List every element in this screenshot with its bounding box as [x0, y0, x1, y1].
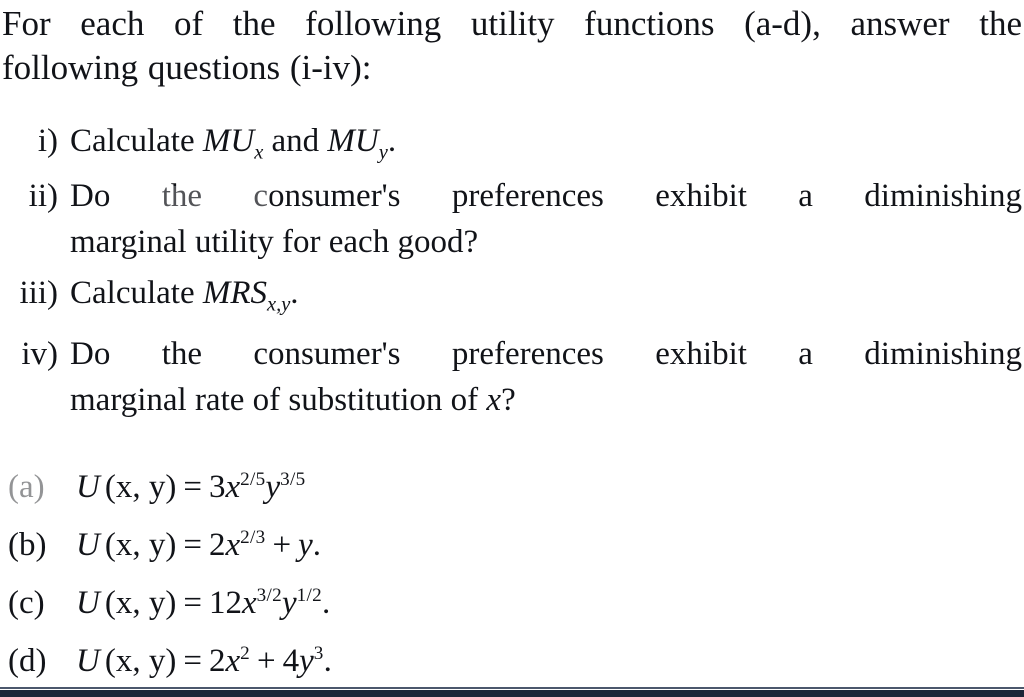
function-label-c: (c) [8, 585, 45, 621]
coefficient-a: 3 [208, 469, 226, 505]
calculate-text-iii: Calculate [70, 275, 203, 311]
page-bottom-band [0, 690, 1024, 697]
equals-sign-a: = [183, 469, 202, 505]
function-expression-a: U (x, y) = 3x2/5y3/5 [76, 462, 305, 512]
x-exponent-a: 2/5 [240, 469, 266, 490]
function-args-d: (x, y) [104, 643, 177, 679]
mu-y-base: MU [327, 123, 379, 159]
function-name-c: U [76, 585, 100, 621]
x-variable-c: x [241, 585, 257, 621]
intro-line-1: For each of the following utility functi… [2, 4, 1022, 43]
mrs-subscript: x,y [267, 293, 291, 316]
plus-sign-b: + [272, 527, 292, 563]
mu-x-subscript: x [254, 141, 264, 164]
terminator-i: . [387, 123, 397, 159]
coefficient-b: 2 [208, 527, 226, 563]
equals-sign-c: = [183, 585, 202, 621]
y-variable-c: y [281, 585, 297, 621]
question-iv-line-1: Do the consumer's preferences exhibit a … [70, 336, 1022, 372]
document-page: For each of the following utility functi… [0, 0, 1024, 697]
function-label-a: (a) [8, 469, 45, 505]
question-item-iii: iii) Calculate MRSx,y. [0, 270, 1024, 318]
x-exponent-b: 2/3 [240, 527, 266, 548]
y-variable-a: y [265, 469, 281, 505]
intro-line-2: following questions (i-iv): [2, 48, 372, 87]
y-coefficient-d: 4 [282, 643, 300, 679]
question-label-iii: iii) [19, 275, 59, 311]
utility-function-c: (c) U (x, y) = 12x3/2y1/2. [0, 578, 1024, 636]
equals-sign-d: = [183, 643, 202, 679]
question-body-iv: Do the consumer's preferences exhibit a … [70, 331, 1022, 423]
question-label-i: i) [37, 123, 58, 159]
function-args-b: (x, y) [104, 527, 177, 563]
x-variable-d: x [225, 643, 241, 679]
function-name-d: U [76, 643, 100, 679]
question-label-iv: iv) [21, 336, 58, 372]
utility-function-a: (a) U (x, y) = 3x2/5y3/5 [0, 462, 1024, 520]
function-name-b: U [76, 527, 100, 563]
question-iv-line-2-suffix: ? [501, 382, 516, 418]
terminator-d: . [323, 643, 332, 679]
function-name-a: U [76, 469, 100, 505]
terminator-iii: . [290, 275, 299, 311]
conjunction-and: and [263, 123, 328, 159]
question-iv-variable-x: x [486, 382, 502, 418]
question-body-ii: Do the consumer's preferences exhibit a … [70, 173, 1022, 265]
utility-function-b: (b) U (x, y) = 2x2/3 + y. [0, 520, 1024, 578]
mu-x-base: MU [202, 123, 255, 159]
question-body-i: Calculate MUx and MUy. [70, 118, 1022, 164]
y-variable-b: y [298, 527, 313, 563]
equals-sign-b: = [183, 527, 202, 563]
function-args-c: (x, y) [104, 585, 177, 621]
function-expression-c: U (x, y) = 12x3/2y1/2. [76, 578, 330, 628]
page-bottom-rule [0, 687, 1024, 689]
y-exponent-a: 3/5 [280, 469, 306, 490]
x-exponent-d: 2 [240, 643, 250, 664]
calculate-text-i: Calculate [70, 123, 203, 159]
x-variable-a: x [225, 469, 241, 505]
question-ii-line-2: marginal utility for each good? [70, 224, 479, 260]
function-label-d: (d) [8, 643, 47, 679]
mrs-base: MRS [202, 275, 268, 311]
terminator-c: . [321, 585, 331, 621]
question-body-iii: Calculate MRSx,y. [70, 270, 1022, 316]
utility-function-d: (d) U (x, y) = 2x2 +4y3. [0, 636, 1024, 694]
coefficient-d: 2 [208, 643, 226, 679]
function-expression-d: U (x, y) = 2x2 +4y3. [76, 636, 332, 686]
terminator-b: . [312, 527, 321, 563]
question-ii-line-1: Do the consumer's preferences exhibit a … [70, 178, 1022, 214]
y-exponent-d: 3 [313, 643, 324, 664]
y-exponent-c: 1/2 [296, 585, 322, 606]
plus-sign-d: + [256, 643, 276, 679]
question-iv-line-2-prefix: marginal rate of substitution of [70, 382, 487, 418]
y-variable-d: y [299, 643, 314, 679]
coefficient-c: 12 [208, 585, 242, 621]
question-item-ii: ii) Do the consumer's preferences exhibi… [0, 173, 1024, 265]
function-args-a: (x, y) [104, 469, 177, 505]
x-variable-b: x [225, 527, 241, 563]
function-expression-b: U (x, y) = 2x2/3 + y. [76, 520, 321, 570]
x-exponent-c: 3/2 [256, 585, 282, 606]
function-label-b: (b) [8, 527, 47, 563]
question-item-iv: iv) Do the consumer's preferences exhibi… [0, 331, 1024, 423]
mu-y-subscript: y [378, 141, 388, 164]
question-item-i: i) Calculate MUx and MUy. [0, 118, 1024, 166]
intro-paragraph: For each of the following utility functi… [2, 2, 1022, 90]
question-label-ii: ii) [28, 178, 58, 214]
